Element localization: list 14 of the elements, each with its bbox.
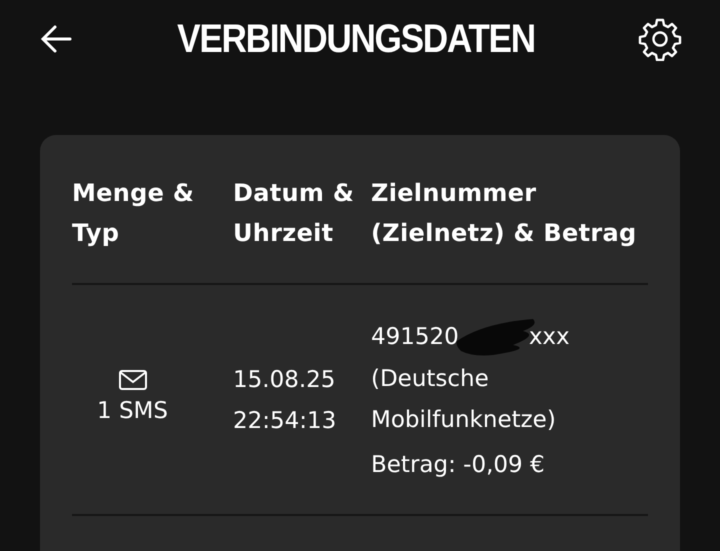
settings-button[interactable] [638,17,682,61]
settings-icon [638,17,682,61]
column-header: Datum & Uhrzeit [233,178,356,249]
amount-type: 1 SMS [97,397,168,426]
number-start: 491520 [371,322,459,352]
time: 22:54:13 [233,406,338,436]
column-header: Zielnummer (Zielnetz) & Betrag [371,178,638,249]
date: 15.08.25 [233,366,336,394]
envelope-icon [118,369,148,391]
target-network: (Deutsche Mobilfunknetze) [371,365,557,435]
price: Betrag: -0,09 € [371,451,546,480]
column-header: Menge & Typ [72,178,196,249]
number-end: xxx [528,322,570,352]
page-title: VERBINDUNGSDATEN [176,16,536,62]
